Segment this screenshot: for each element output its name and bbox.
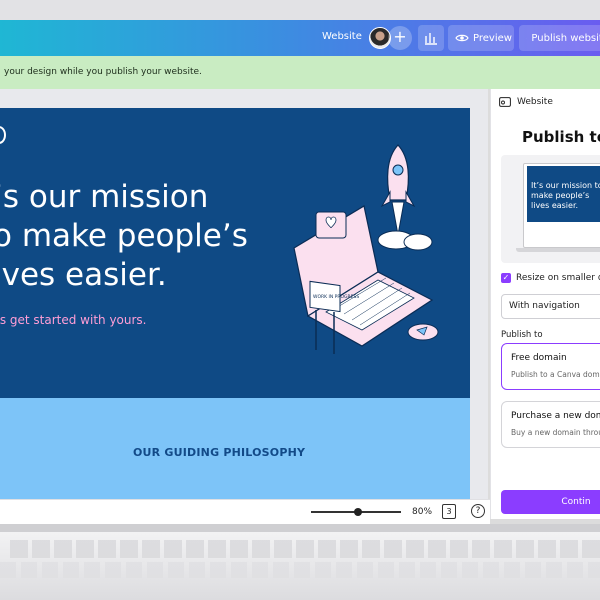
zoom-slider-handle[interactable] (354, 508, 362, 516)
hero-headline[interactable]: ’s our mission o make people’s ives easi… (0, 178, 293, 295)
option-description: Buy a new domain throug (511, 428, 600, 437)
headline-line-3: ives easier. (0, 257, 167, 293)
website-type-label: Website (322, 31, 362, 42)
headline-line-2: o make people’s (0, 218, 248, 254)
free-domain-option[interactable]: Free domain Publish to a Canva domai (501, 343, 600, 390)
panel-title: Publish to t (522, 128, 600, 146)
option-title: Purchase a new doma (511, 411, 600, 421)
resize-label: Resize on smaller dev (516, 273, 600, 283)
option-title: Free domain (511, 353, 567, 363)
panel-header: Website (499, 97, 553, 107)
publish-to-label: Publish to (501, 330, 543, 340)
thumbnail-laptop-base (516, 248, 600, 252)
purchase-domain-option[interactable]: Purchase a new doma Buy a new domain thr… (501, 401, 600, 448)
keyboard-row (0, 562, 600, 578)
add-collaborator-button[interactable]: + (388, 26, 412, 50)
thumbnail-content: It’s our mission to make people’s lives … (527, 166, 600, 222)
website-icon (499, 97, 511, 107)
panel-header-label: Website (517, 97, 553, 107)
continue-button[interactable]: Contin (501, 490, 600, 514)
device-frame-top (0, 0, 600, 20)
zoom-level[interactable]: 80% (412, 507, 432, 517)
resize-option[interactable]: ✓ Resize on smaller dev (501, 273, 600, 283)
hero-subline[interactable]: ’s get started with yours. (0, 313, 147, 327)
preview-label: Preview (473, 32, 512, 44)
headline-line-1: ’s our mission (0, 179, 209, 215)
option-description: Publish to a Canva domai (511, 370, 600, 379)
help-icon[interactable]: ? (471, 504, 485, 518)
rocket-laptop-illustration[interactable]: WORK IN PROGRESS (286, 140, 446, 365)
page-count-button[interactable]: 3 (442, 504, 456, 519)
bar-chart-icon (425, 33, 437, 45)
laptop-hinge (0, 524, 600, 532)
keyboard-row (10, 540, 600, 558)
publish-website-button[interactable]: Publish website (519, 25, 600, 51)
philosophy-heading[interactable]: OUR GUIDING PHILOSOPHY (133, 446, 305, 459)
publish-website-label: Publish website (531, 32, 600, 44)
navigation-select[interactable]: With navigation (501, 294, 600, 319)
editor-header: Website + Preview Publish website (0, 20, 600, 56)
insights-button[interactable] (418, 25, 444, 51)
resize-checkbox[interactable]: ✓ (501, 273, 511, 283)
eye-icon (455, 34, 469, 42)
preview-button[interactable]: Preview (448, 25, 514, 51)
sign-text: WORK IN PROGRESS (313, 294, 359, 300)
info-banner: your design while you publish your websi… (0, 56, 600, 89)
